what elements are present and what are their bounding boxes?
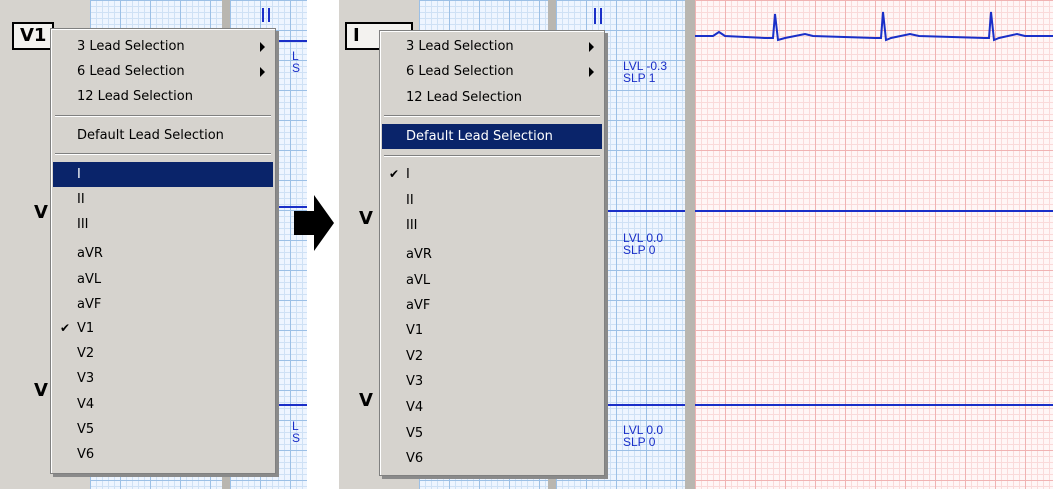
menu-item-lead-i[interactable]: I <box>53 162 273 187</box>
menu-item-lead-v3[interactable]: V3 <box>53 366 273 391</box>
menu-item-lead-avf[interactable]: aVF <box>382 293 602 318</box>
menu-item-lead-avf[interactable]: aVF <box>53 292 273 317</box>
menu-item-lead-v5[interactable]: V5 <box>382 421 602 446</box>
menu-item-default-lead[interactable]: Default Lead Selection <box>382 124 602 149</box>
menu-item-lead-avr[interactable]: aVR <box>382 242 602 267</box>
menu-item-lead-iii[interactable]: III <box>382 213 602 238</box>
lead-label: V <box>359 390 373 411</box>
lead-label: V <box>359 208 373 229</box>
menu-item-lead-avr[interactable]: aVR <box>53 241 273 266</box>
menu-item-lead-v1[interactable]: V1 <box>382 318 602 343</box>
menu-item-6-lead[interactable]: 6 Lead Selection <box>53 59 273 84</box>
menu-item-lead-v5[interactable]: V5 <box>53 417 273 442</box>
menu-item-lead-v1[interactable]: ✔ V1 <box>53 316 273 341</box>
slp-readout: SLP 0 <box>623 243 656 257</box>
menu-item-6-lead[interactable]: 6 Lead Selection <box>382 59 602 84</box>
menu-separator <box>55 115 271 117</box>
chevron-right-icon <box>260 67 265 77</box>
left-panel: L S L S V1 V V 3 Lead Selection 6 Lead S… <box>0 0 307 489</box>
menu-item-lead-ii[interactable]: II <box>53 187 273 212</box>
menu-item-lead-v3[interactable]: V3 <box>382 369 602 394</box>
menu-item-3-lead[interactable]: 3 Lead Selection <box>382 34 602 59</box>
right-ecg-grid-red <box>695 0 1053 489</box>
menu-item-lead-ii[interactable]: II <box>382 188 602 213</box>
right-arrow-icon <box>294 195 334 251</box>
lead-select-box[interactable]: V1 <box>12 22 55 50</box>
menu-item-lead-v2[interactable]: V2 <box>53 341 273 366</box>
menu-item-12-lead[interactable]: 12 Lead Selection <box>382 85 602 110</box>
menu-item-lead-v4[interactable]: V4 <box>53 392 273 417</box>
slp-readout: SLP 1 <box>623 71 656 85</box>
menu-item-lead-i[interactable]: ✔ I <box>382 162 602 187</box>
chevron-right-icon <box>260 42 265 52</box>
partial-slp-label: S <box>292 61 301 75</box>
right-spike <box>594 8 596 24</box>
checkmark-icon: ✔ <box>389 167 400 181</box>
menu-item-lead-v4[interactable]: V4 <box>382 395 602 420</box>
menu-item-lead-avl[interactable]: aVL <box>382 268 602 293</box>
menu-item-lead-v6[interactable]: V6 <box>382 446 602 471</box>
menu-separator <box>55 153 271 155</box>
ecg-trace-3 <box>695 404 1053 406</box>
lead-context-menu: 3 Lead Selection 6 Lead Selection 12 Lea… <box>50 28 276 474</box>
chevron-right-icon <box>589 42 594 52</box>
menu-separator <box>384 115 600 117</box>
left-spike <box>262 8 264 22</box>
menu-item-lead-v2[interactable]: V2 <box>382 344 602 369</box>
menu-item-default-lead[interactable]: Default Lead Selection <box>53 123 273 148</box>
chevron-right-icon <box>589 67 594 77</box>
lead-label: V <box>34 202 48 223</box>
checkmark-icon: ✔ <box>60 321 71 335</box>
partial-slp-label: S <box>292 431 301 445</box>
lead-context-menu: 3 Lead Selection 6 Lead Selection 12 Lea… <box>379 30 605 476</box>
right-spike <box>600 8 602 24</box>
lead-label: V <box>34 380 48 401</box>
menu-item-lead-iii[interactable]: III <box>53 212 273 237</box>
right-panel: LVL -0.3 SLP 1 LVL 0.0 SLP 0 LVL 0.0 SLP… <box>339 0 1053 489</box>
menu-separator <box>384 155 600 157</box>
menu-item-3-lead[interactable]: 3 Lead Selection <box>53 34 273 59</box>
left-spike <box>268 8 270 22</box>
menu-item-lead-avl[interactable]: aVL <box>53 267 273 292</box>
menu-item-lead-v6[interactable]: V6 <box>53 442 273 467</box>
ecg-trace-2 <box>695 210 1053 212</box>
ecg-trace-lead-i <box>695 11 1053 42</box>
menu-item-12-lead[interactable]: 12 Lead Selection <box>53 84 273 109</box>
slp-readout: SLP 0 <box>623 435 656 449</box>
right-divider-b <box>685 0 695 489</box>
